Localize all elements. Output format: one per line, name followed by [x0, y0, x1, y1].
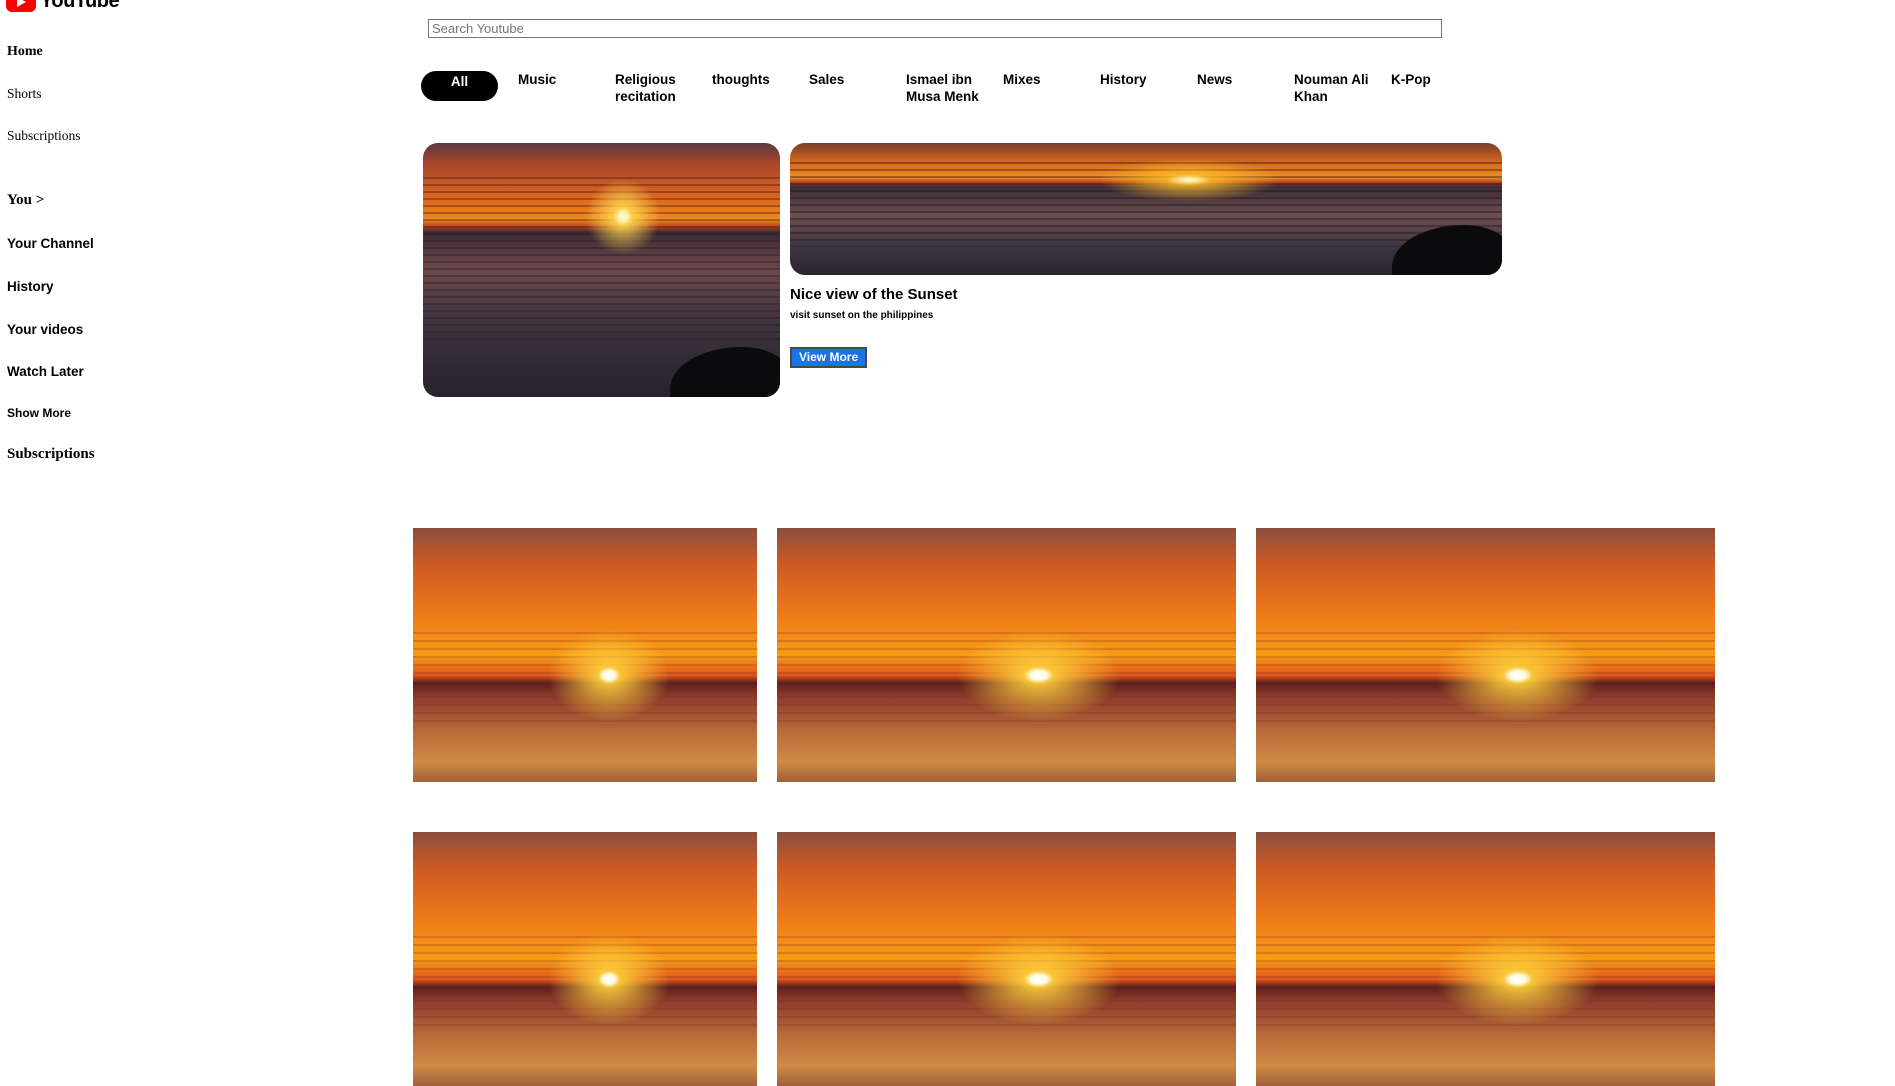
- video-thumbnail[interactable]: [413, 528, 757, 782]
- sidebar-subscriptions-heading: Subscriptions: [7, 446, 95, 462]
- featured-banner[interactable]: [790, 143, 1502, 275]
- sidebar-item-home[interactable]: Home: [7, 44, 43, 60]
- sidebar-item-shorts[interactable]: Shorts: [7, 86, 42, 102]
- video-thumbnail[interactable]: [413, 832, 757, 1086]
- chip-music[interactable]: Music: [518, 71, 615, 105]
- video-thumbnail[interactable]: [777, 832, 1236, 1086]
- sidebar-item-subscriptions[interactable]: Subscriptions: [7, 128, 81, 144]
- chip-religious-recitation[interactable]: Religious recitation: [615, 71, 712, 105]
- chip-nouman-ali-khan[interactable]: Nouman Ali Khan: [1294, 71, 1391, 105]
- search-input[interactable]: [428, 19, 1442, 38]
- chip-k-pop[interactable]: K-Pop: [1391, 71, 1488, 105]
- chip-thoughts[interactable]: thoughts: [712, 71, 809, 105]
- chip-ismael-ibn-musa-menk[interactable]: Ismael ibn Musa Menk: [906, 71, 1003, 105]
- view-more-button[interactable]: View More: [790, 347, 868, 368]
- video-thumbnail[interactable]: [1256, 832, 1715, 1086]
- featured-title[interactable]: Nice view of the Sunset: [790, 286, 958, 303]
- video-thumbnail[interactable]: [777, 528, 1236, 782]
- chip-history[interactable]: History: [1100, 71, 1197, 105]
- sidebar-item-you[interactable]: You >: [7, 192, 44, 209]
- chip-mixes[interactable]: Mixes: [1003, 71, 1100, 105]
- sidebar-item-your-channel[interactable]: Your Channel: [7, 236, 94, 251]
- chip-sales[interactable]: Sales: [809, 71, 906, 105]
- featured-thumbnail[interactable]: [423, 143, 780, 397]
- sidebar-item-your-videos[interactable]: Your videos: [7, 322, 83, 337]
- chip-news[interactable]: News: [1197, 71, 1294, 105]
- youtube-play-icon: [6, 0, 36, 12]
- featured-description: visit sunset on the philippines: [790, 310, 934, 321]
- chip-bar: All Music Religious recitation thoughts …: [421, 71, 1488, 105]
- sidebar-item-watch-later[interactable]: Watch Later: [7, 364, 84, 379]
- chip-all[interactable]: All: [421, 71, 498, 101]
- video-thumbnail[interactable]: [1256, 528, 1715, 782]
- sidebar-item-history[interactable]: History: [7, 279, 54, 294]
- sidebar-show-more[interactable]: Show More: [7, 406, 71, 420]
- youtube-logo[interactable]: YouTube: [6, 0, 120, 13]
- logo-text: YouTube: [40, 0, 120, 12]
